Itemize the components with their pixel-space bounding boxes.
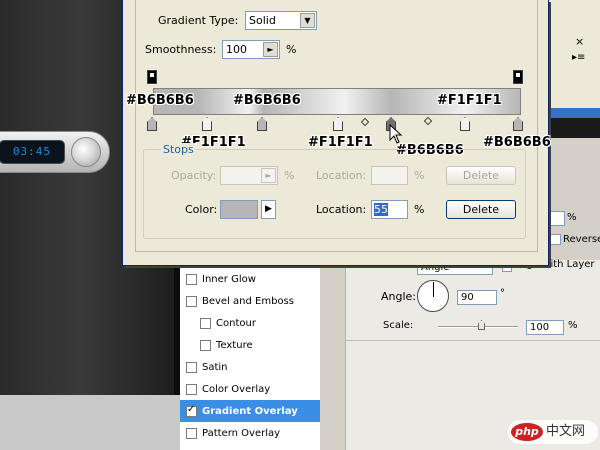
style-item-inner-glow[interactable]: Inner Glow bbox=[180, 268, 320, 290]
checkbox[interactable] bbox=[186, 295, 197, 307]
hex-annotation: #B6B6B6 bbox=[483, 135, 551, 150]
opacity-location-label: Location: bbox=[316, 169, 367, 182]
angle-input[interactable]: 90 bbox=[457, 290, 497, 305]
style-item-gradient-overlay[interactable]: Gradient Overlay bbox=[180, 400, 320, 422]
lcd-widget: 03:45 bbox=[0, 131, 110, 173]
angle-dial-icon[interactable] bbox=[417, 280, 449, 312]
style-item-label: Satin bbox=[202, 361, 228, 373]
panel-selection-strip bbox=[545, 108, 600, 118]
chevron-down-icon: ▼ bbox=[300, 13, 315, 28]
angle-label: Angle: bbox=[381, 290, 417, 303]
knob-icon bbox=[71, 137, 101, 167]
hex-annotation: #F1F1F1 bbox=[437, 93, 502, 108]
style-item-satin[interactable]: Satin bbox=[180, 356, 320, 378]
stops-legend: Stops bbox=[161, 143, 196, 156]
lcd-screen: 03:45 bbox=[0, 140, 65, 164]
checkbox[interactable] bbox=[186, 273, 197, 285]
canvas-grey-strip bbox=[0, 395, 180, 450]
watermark-logo: php 中文网 bbox=[508, 420, 598, 444]
gradient-type-label: Gradient Type: bbox=[158, 14, 239, 27]
reverse-checkbox[interactable] bbox=[550, 234, 561, 245]
styles-list: Inner Glow Bevel and Emboss Contour Text… bbox=[180, 268, 320, 450]
percent-label: % bbox=[567, 212, 577, 223]
style-item-texture[interactable]: Texture bbox=[180, 334, 320, 356]
hex-annotation: #F1F1F1 bbox=[308, 135, 373, 150]
php-logo-icon: php bbox=[511, 423, 543, 441]
style-item-label: Pattern Overlay bbox=[202, 427, 281, 439]
opacity-input: ► bbox=[220, 166, 278, 185]
hex-annotation: #B6B6B6 bbox=[233, 93, 301, 108]
hex-annotation: #B6B6B6 bbox=[126, 93, 194, 108]
color-delete-button[interactable]: Delete bbox=[446, 200, 516, 219]
chevron-right-icon: ► bbox=[261, 168, 276, 183]
checkbox[interactable] bbox=[186, 404, 197, 417]
style-item-label: Color Overlay bbox=[202, 383, 271, 395]
checkbox[interactable] bbox=[186, 427, 197, 439]
opacity-stop-right[interactable] bbox=[513, 70, 523, 84]
opacity-label: Opacity: bbox=[171, 169, 217, 182]
opacity-delete-button: Delete bbox=[446, 166, 516, 185]
opacity-stop-left[interactable] bbox=[147, 70, 157, 84]
checkbox[interactable] bbox=[200, 317, 211, 329]
style-item-pattern-overlay[interactable]: Pattern Overlay bbox=[180, 422, 320, 444]
smoothness-label: Smoothness: bbox=[145, 43, 217, 56]
stops-group bbox=[143, 149, 526, 239]
style-item-contour[interactable]: Contour bbox=[180, 312, 320, 334]
color-location-unit: % bbox=[414, 203, 425, 216]
gradient-type-select[interactable]: Solid ▼ bbox=[245, 11, 317, 30]
opacity-unit: % bbox=[284, 169, 295, 182]
smoothness-value: 100 bbox=[226, 43, 247, 56]
opacity-location-unit: % bbox=[414, 169, 425, 182]
color-label: Color: bbox=[185, 203, 218, 216]
style-item-label: Inner Glow bbox=[202, 273, 256, 285]
play-arrow-icon[interactable]: ▶ bbox=[261, 200, 276, 219]
color-location-label: Location: bbox=[316, 203, 367, 216]
checkbox[interactable] bbox=[186, 383, 197, 395]
style-item-color-overlay[interactable]: Color Overlay bbox=[180, 378, 320, 400]
chevron-right-icon[interactable]: ► bbox=[263, 42, 278, 57]
gradient-editor-dialog: Gradient Type: Solid ▼ Smoothness: 100 ►… bbox=[122, 0, 551, 266]
style-item-label: Texture bbox=[216, 339, 253, 351]
style-item-label: Gradient Overlay bbox=[202, 405, 298, 417]
scale-label: Scale: bbox=[383, 320, 414, 331]
checkbox[interactable] bbox=[200, 339, 211, 351]
panel-dark-band bbox=[545, 118, 600, 138]
style-item-label: Bevel and Emboss bbox=[202, 295, 294, 307]
panel-menu-icon[interactable]: ▸≡ bbox=[572, 52, 585, 63]
color-location-value: 55 bbox=[374, 203, 388, 216]
scale-input[interactable]: 100 bbox=[526, 320, 564, 335]
smoothness-input[interactable]: 100 ► bbox=[222, 40, 280, 59]
reverse-label: Reverse bbox=[563, 234, 600, 245]
cursor-arrow-icon bbox=[389, 124, 403, 144]
opacity-location-input bbox=[371, 166, 408, 185]
checkbox[interactable] bbox=[186, 361, 197, 373]
color-location-input[interactable]: 55 bbox=[371, 200, 408, 219]
smoothness-unit: % bbox=[286, 43, 297, 56]
close-icon[interactable]: × bbox=[575, 35, 584, 48]
gradient-type-value: Solid bbox=[249, 14, 276, 27]
scale-unit: % bbox=[568, 320, 578, 331]
color-swatch[interactable] bbox=[220, 200, 258, 219]
style-item-bevel-emboss[interactable]: Bevel and Emboss bbox=[180, 290, 320, 312]
style-item-label: Contour bbox=[216, 317, 256, 329]
watermark-text: 中文网 bbox=[546, 424, 586, 439]
angle-unit: ° bbox=[500, 288, 505, 299]
